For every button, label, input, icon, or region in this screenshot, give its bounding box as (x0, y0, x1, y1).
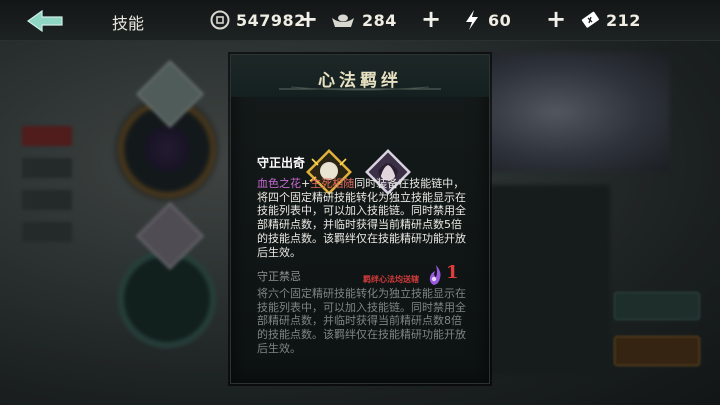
lightning-icon (462, 10, 482, 30)
bond-count: 1 (446, 262, 459, 283)
ingot-value: 284 (362, 10, 397, 30)
bond-tag-plus: + (301, 177, 311, 190)
ticket-icon (580, 10, 600, 30)
bond-tag-2: 生死相随 (310, 177, 355, 190)
bond-tag-1: 血色之花 (257, 177, 301, 190)
dialog-header: 心法羁绊 (231, 55, 489, 97)
page-title: 技能 (112, 14, 145, 33)
add-ingot-button[interactable]: + (421, 7, 441, 31)
bond-name: 守正出奇 (257, 156, 306, 170)
add-stamina-button[interactable]: + (546, 7, 566, 31)
ticket-counter: 212 (580, 9, 641, 31)
bond-description-locked: 将六个固定精研技能转化为独立技能显示在技能列表中，可以加入技能链。同时禁用全部精… (257, 287, 466, 355)
top-bar: 技能 547982 + 284 + 60 + 212 (0, 0, 720, 41)
stamina-counter: 60 (462, 9, 511, 31)
back-arrow-icon (26, 9, 63, 33)
purple-flame-icon (427, 264, 445, 286)
bond-description: 血色之花+生死相随同时装备在技能链中，将四个固定精研技能转化为独立技能显示在技能… (257, 177, 469, 259)
stamina-value: 60 (488, 10, 512, 30)
back-button[interactable] (22, 8, 68, 34)
bond-dialog: 心法羁绊 守正出奇 血色之花+生死相随同时装备在技能链中，将四个固定精研技能转化… (230, 54, 490, 384)
ingot-counter: 284 (330, 9, 397, 31)
bond-name-locked: 守正禁忌 (257, 270, 301, 283)
coin-counter: 547982 (210, 9, 306, 31)
dialog-title: 心法羁绊 (318, 71, 402, 91)
coin-icon (210, 10, 230, 30)
ticket-value: 212 (606, 10, 641, 30)
add-coin-button[interactable]: + (298, 7, 318, 31)
bond-note: 羁绊心法均送辖 (363, 275, 419, 284)
ingot-icon (330, 10, 356, 30)
coin-value: 547982 (236, 10, 306, 30)
